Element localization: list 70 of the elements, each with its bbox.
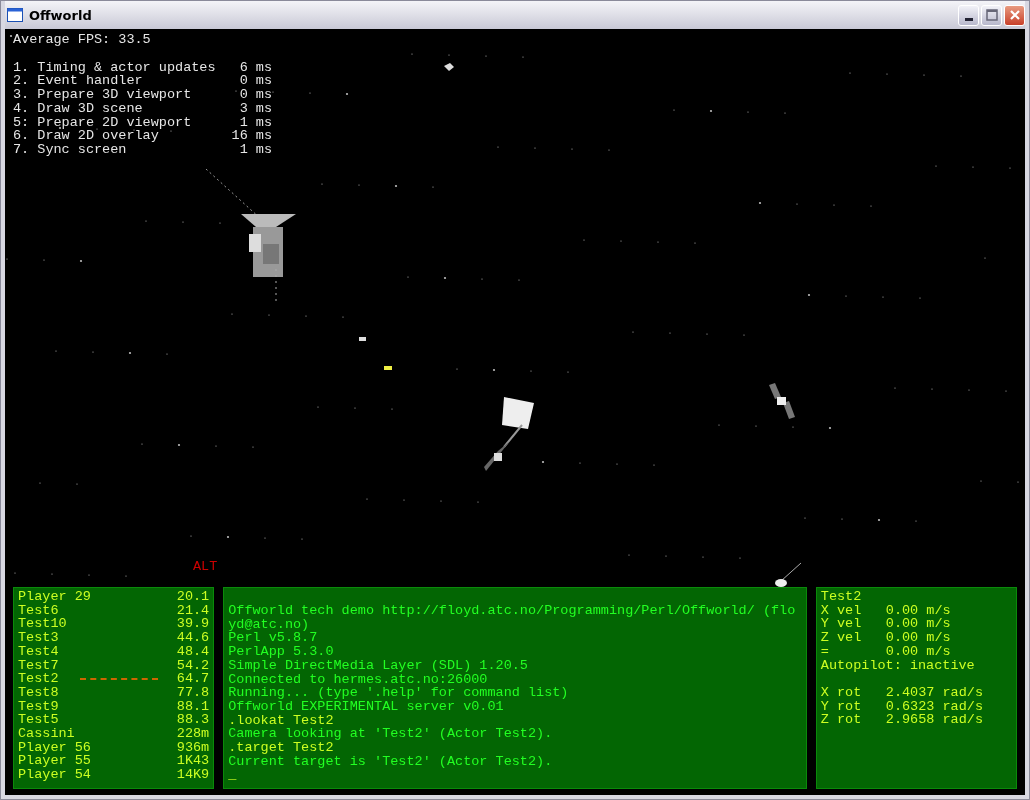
velocity-label: Y vel xyxy=(820,617,863,632)
actor-list-item[interactable]: Test6 21.4 xyxy=(18,603,210,618)
actor-list-item[interactable]: Test3 44.6 xyxy=(18,631,210,645)
velocity-label: = xyxy=(820,644,830,659)
rotation-value: 2.4037 rad/s xyxy=(885,685,983,700)
minimize-button[interactable] xyxy=(958,4,979,26)
actor-list-item[interactable]: Test5 88.3 xyxy=(18,713,210,728)
actor-list-item[interactable]: Player 54 14K9 xyxy=(18,768,210,782)
console-line: Perl v5.8.7 xyxy=(228,631,319,646)
actor-list-item[interactable]: Test4 48.4 xyxy=(18,644,210,659)
target-name: Test2 xyxy=(820,590,863,604)
window-icon xyxy=(7,8,23,22)
timing-value: 1 ms xyxy=(238,115,273,130)
debris-drawing xyxy=(383,365,393,371)
autopilot-status: Autopilot: inactive xyxy=(820,658,976,673)
timing-value: 0 ms xyxy=(238,88,273,102)
timing-label: 2. Event handler xyxy=(13,74,144,89)
timing-value: 3 ms xyxy=(238,101,273,116)
debris-drawing xyxy=(358,336,367,342)
timing-label: 6. Draw 2D overlay xyxy=(13,129,159,143)
console-line: Connected to hermes.atc.no:26000 xyxy=(228,672,489,687)
window-title: Offworld xyxy=(29,7,92,23)
actor-list-item[interactable]: Test8 77.8 xyxy=(18,685,210,700)
altitude-label: ALT xyxy=(193,560,218,574)
console-line: Offworld tech demo http://floyd.atc.no/Programming/Perl/Offworld/ (floyd@atc.no) xyxy=(228,604,797,632)
timing-label: 1. Timing & actor updates xyxy=(13,60,216,75)
timing-label: 4. Draw 3D scene xyxy=(13,101,143,116)
maximize-button[interactable] xyxy=(981,4,1002,26)
timing-value: 16 ms xyxy=(231,129,273,143)
timing-label: 3. Prepare 3D viewport xyxy=(13,88,193,102)
actor-list-item[interactable]: Test9 88.1 xyxy=(18,699,210,714)
actor-list-item[interactable]: Test10 39.9 xyxy=(18,617,210,632)
velocity-value: 0.00 m/s xyxy=(885,617,951,632)
console-prompt[interactable]: _ xyxy=(228,768,802,783)
console-line: Running... (type '.help' for command list) xyxy=(228,686,570,700)
rotation-label: Z rot xyxy=(820,713,863,727)
actor-list-item[interactable]: Test2 64.7 xyxy=(18,672,210,686)
minimize-icon xyxy=(964,17,973,21)
actor-list-item[interactable]: Test7 54.2 xyxy=(18,658,210,673)
velocity-value: 0.00 m/s xyxy=(885,644,951,659)
timing-value: 0 ms xyxy=(238,74,273,89)
console-line: PerlApp 5.3.0 xyxy=(228,645,335,659)
timing-value: 6 ms xyxy=(238,60,273,75)
rotation-label: X rot xyxy=(820,685,863,700)
console-line: Current target is 'Test2' (Actor Test2). xyxy=(228,754,554,769)
timing-label: 5: Prepare 2D viewport xyxy=(13,115,193,130)
rotation-label: Y rot xyxy=(820,699,863,714)
timing-label: 7. Sync screen xyxy=(13,142,127,157)
console-line: Camera looking at 'Test2' (Actor Test2). xyxy=(228,727,554,742)
satellite-drawing xyxy=(767,383,797,419)
velocity-label: Z vel xyxy=(820,631,863,645)
console-line: .lookat Test2 xyxy=(228,713,335,728)
console-line: Simple DirectMedia Layer (SDL) 1.20.5 xyxy=(228,658,529,673)
console-line: .target Test2 xyxy=(228,741,335,755)
fps-reading: Average FPS: 33.5 xyxy=(13,33,152,47)
velocity-value: 0.00 m/s xyxy=(885,603,951,618)
rotation-value: 0.6323 rad/s xyxy=(885,699,983,714)
velocity-value: 0.00 m/s xyxy=(885,631,951,645)
actor-list-item[interactable]: Player 29 20.1 xyxy=(18,590,210,604)
actor-list-item[interactable]: Player 56 936m xyxy=(18,740,210,755)
maximize-icon xyxy=(985,9,998,21)
velocity-label: X vel xyxy=(820,603,863,618)
actor-list-item[interactable]: Player 55 1K43 xyxy=(18,754,210,769)
close-button[interactable] xyxy=(1004,4,1025,26)
debris-drawing xyxy=(443,62,455,72)
actor-list-item[interactable]: Cassini 228m xyxy=(18,727,210,741)
timing-value: 1 ms xyxy=(238,142,273,157)
rotation-value: 2.9658 rad/s xyxy=(885,713,983,727)
console-line: Offworld EXPERIMENTAL server v0.01 xyxy=(228,699,505,714)
close-icon xyxy=(1008,9,1021,21)
